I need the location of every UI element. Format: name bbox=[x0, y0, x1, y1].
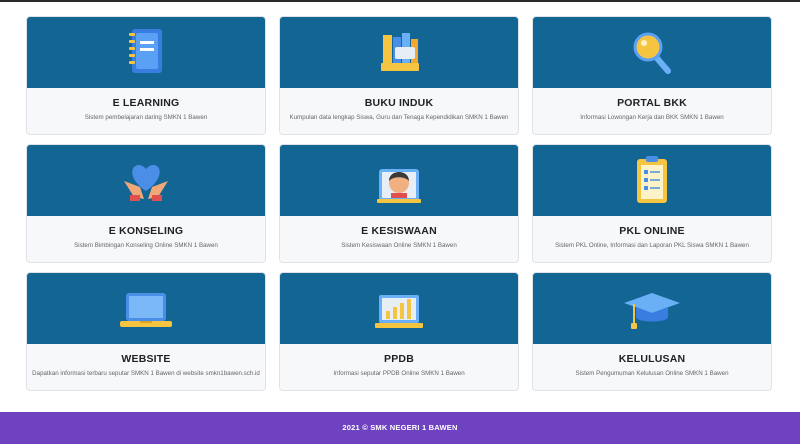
card-title: E LEARNING bbox=[112, 97, 180, 109]
card-kelulusan[interactable]: KELULUSAN Sistem Pengumuman Kelulusan On… bbox=[532, 272, 772, 391]
card-description: Kumpulan data lengkap Siswa, Guru dan Te… bbox=[289, 114, 509, 121]
card-title: PPDB bbox=[384, 353, 414, 365]
footer-copyright: 2021 © SMK NEGERI 1 BAWEN bbox=[342, 423, 458, 432]
card-description: Informasi seputar PPDB Online SMKN 1 Baw… bbox=[333, 370, 465, 377]
card-banner bbox=[533, 17, 771, 88]
card-e-kesiswaan[interactable]: E KESISWAAN Sistem Kesiswaan Online SMKN… bbox=[279, 144, 519, 263]
chart-board-icon bbox=[369, 279, 429, 339]
notebook-icon bbox=[116, 23, 176, 83]
clipboard-icon bbox=[622, 151, 682, 211]
card-banner bbox=[27, 145, 265, 216]
heart-hands-icon bbox=[116, 151, 176, 211]
card-pkl-online[interactable]: PKL ONLINE Sistem PKL Online, Informasi … bbox=[532, 144, 772, 263]
card-title: KELULUSAN bbox=[618, 353, 686, 365]
card-description: Sistem PKL Online, Informasi dan Laporan… bbox=[555, 242, 749, 249]
top-border bbox=[0, 0, 800, 2]
card-buku-induk[interactable]: BUKU INDUK Kumpulan data lengkap Siswa, … bbox=[279, 16, 519, 135]
card-ppdb[interactable]: PPDB Informasi seputar PPDB Online SMKN … bbox=[279, 272, 519, 391]
card-banner bbox=[27, 273, 265, 344]
card-title: E KESISWAAN bbox=[361, 225, 437, 237]
laptop-icon bbox=[116, 279, 176, 339]
graduation-cap-icon bbox=[622, 279, 682, 339]
books-icon bbox=[369, 23, 429, 83]
card-e-learning[interactable]: E LEARNING Sistem pembelajaran daring SM… bbox=[26, 16, 266, 135]
card-banner bbox=[533, 273, 771, 344]
student-icon bbox=[369, 151, 429, 211]
card-description: Dapatkan informasi terbaru seputar SMKN … bbox=[32, 370, 260, 377]
card-description: Sistem Pengumuman Kelulusan Online SMKN … bbox=[575, 370, 729, 377]
card-portal-bkk[interactable]: PORTAL BKK Informasi Lowongan Kerja dan … bbox=[532, 16, 772, 135]
card-title: WEBSITE bbox=[121, 353, 171, 365]
card-description: Sistem Bimbingan Konseling Online SMKN 1… bbox=[74, 242, 218, 249]
card-title: PORTAL BKK bbox=[617, 97, 687, 109]
card-title: PKL ONLINE bbox=[619, 225, 685, 237]
card-banner bbox=[280, 273, 518, 344]
card-description: Informasi Lowongan Kerja dan BKK SMKN 1 … bbox=[580, 114, 724, 121]
card-banner bbox=[280, 17, 518, 88]
footer: 2021 © SMK NEGERI 1 BAWEN bbox=[0, 412, 800, 444]
magnifier-icon bbox=[622, 23, 682, 83]
card-banner bbox=[27, 17, 265, 88]
card-website[interactable]: WEBSITE Dapatkan informasi terbaru seput… bbox=[26, 272, 266, 391]
card-e-konseling[interactable]: E KONSELING Sistem Bimbingan Konseling O… bbox=[26, 144, 266, 263]
card-title: BUKU INDUK bbox=[364, 97, 434, 109]
card-banner bbox=[280, 145, 518, 216]
card-description: Sistem Kesiswaan Online SMKN 1 Bawen bbox=[341, 242, 457, 249]
card-title: E KONSELING bbox=[108, 225, 184, 237]
card-banner bbox=[533, 145, 771, 216]
card-description: Sistem pembelajaran daring SMKN 1 Bawen bbox=[84, 114, 208, 121]
